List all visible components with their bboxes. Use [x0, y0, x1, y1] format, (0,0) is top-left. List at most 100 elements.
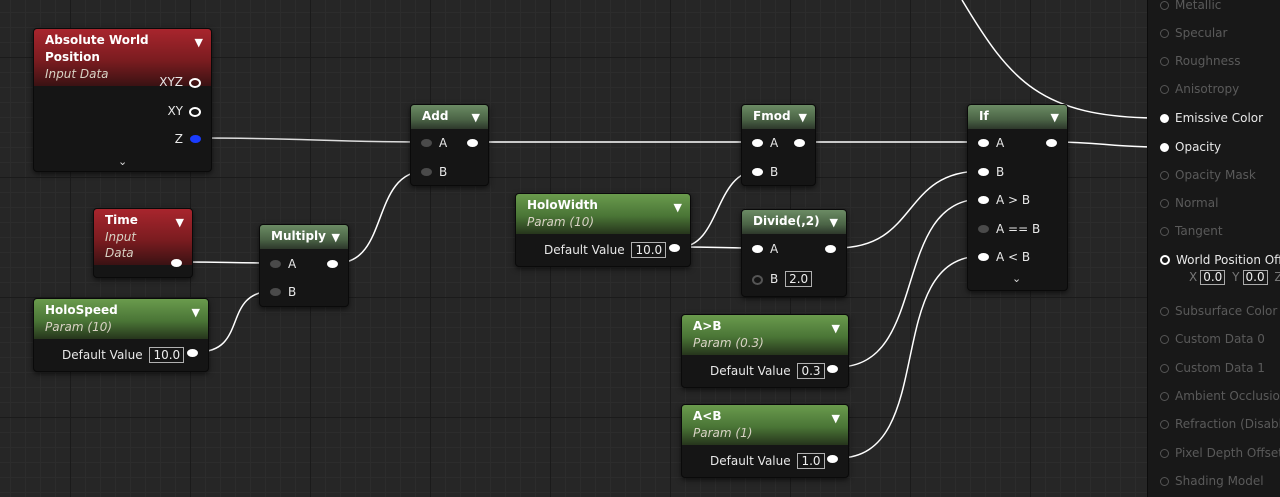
chevron-down-icon[interactable]: ▼	[832, 410, 840, 427]
input-pin-altb[interactable]	[978, 253, 989, 261]
panel-pin-world-position-offset[interactable]: World Position Offset	[1160, 253, 1280, 267]
default-value-field[interactable]: 10.0	[149, 347, 185, 363]
pin-icon[interactable]	[1160, 477, 1169, 486]
pin-icon[interactable]	[1160, 364, 1169, 373]
chevron-down-icon[interactable]: ▼	[832, 320, 840, 337]
node-holospeed[interactable]: HoloSpeed Param (10) ▼ Default Value 10.…	[33, 298, 209, 372]
chevron-down-icon[interactable]: ▼	[195, 34, 203, 51]
panel-pin-tangent[interactable]: Tangent	[1160, 224, 1223, 238]
pin-icon[interactable]	[1160, 1, 1169, 10]
pin-icon[interactable]	[1160, 57, 1169, 66]
pin-icon[interactable]	[1160, 335, 1169, 344]
output-pin[interactable]	[825, 245, 836, 253]
input-pin-a[interactable]	[752, 245, 763, 253]
input-pin-a[interactable]	[978, 139, 989, 147]
output-pin[interactable]	[827, 365, 838, 373]
input-pin-b[interactable]	[421, 168, 432, 176]
output-pin[interactable]	[187, 349, 198, 357]
node-header[interactable]: HoloSpeed Param (10) ▼	[34, 299, 208, 339]
chevron-down-icon[interactable]: ▼	[1051, 109, 1059, 126]
wpo-y-field[interactable]: 0.0	[1242, 270, 1268, 285]
node-if[interactable]: If ▼ A B A > B A == B A < B ⌄	[967, 104, 1068, 291]
panel-pin-specular[interactable]: Specular	[1160, 26, 1227, 40]
default-value-field[interactable]: 1.0	[797, 453, 825, 469]
input-pin-b[interactable]	[270, 288, 281, 296]
node-header[interactable]: Fmod ▼	[742, 105, 815, 129]
pin-icon[interactable]	[1160, 307, 1169, 316]
pin-icon[interactable]	[1160, 114, 1169, 123]
node-fmod[interactable]: Fmod ▼ A B	[741, 104, 816, 186]
input-pin-agtb[interactable]	[978, 196, 989, 204]
pin-icon[interactable]	[1160, 29, 1169, 38]
input-pin-a[interactable]	[752, 139, 763, 147]
input-pin-a[interactable]	[270, 260, 281, 268]
panel-pin-shading-model[interactable]: Shading Model	[1160, 474, 1264, 488]
input-pin-aeqb[interactable]	[978, 225, 989, 233]
node-header[interactable]: HoloWidth Param (10) ▼	[516, 194, 690, 234]
panel-pin-opacity-mask[interactable]: Opacity Mask	[1160, 168, 1256, 182]
node-absolute-world-position[interactable]: Absolute World Position Input Data ▼ XYZ…	[33, 28, 212, 172]
node-time[interactable]: Time Input Data ▼	[93, 208, 193, 278]
input-pin-b[interactable]	[752, 275, 763, 285]
node-header[interactable]: Add ▼	[411, 105, 488, 129]
node-header[interactable]: Divide(,2) ▼	[742, 210, 846, 234]
input-pin-a[interactable]	[421, 139, 432, 147]
node-altb-param[interactable]: A<B Param (1) ▼ Default Value 1.0	[681, 404, 849, 478]
panel-pin-custom-data-1[interactable]: Custom Data 1	[1160, 361, 1265, 375]
panel-pin-roughness[interactable]: Roughness	[1160, 54, 1240, 68]
default-value-field[interactable]: 10.0	[631, 242, 667, 258]
node-header[interactable]: Multiply ▼	[260, 225, 348, 249]
chevron-down-icon[interactable]: ⌄	[118, 155, 127, 168]
node-add[interactable]: Add ▼ A B	[410, 104, 489, 186]
node-header[interactable]: A>B Param (0.3) ▼	[682, 315, 848, 355]
b-value-field[interactable]: 2.0	[785, 271, 813, 287]
input-pin-b[interactable]	[752, 168, 763, 176]
output-pin[interactable]	[171, 259, 182, 267]
chevron-down-icon[interactable]: ▼	[799, 109, 807, 126]
pin-icon[interactable]	[1160, 85, 1169, 94]
panel-pin-ambient-occlusion[interactable]: Ambient Occlusion	[1160, 389, 1280, 403]
pin-icon[interactable]	[1160, 392, 1169, 401]
pin-icon[interactable]	[1160, 171, 1169, 180]
panel-pin-custom-data-0[interactable]: Custom Data 0	[1160, 332, 1265, 346]
output-pin-xy[interactable]	[189, 107, 201, 117]
output-pin[interactable]	[794, 139, 805, 147]
output-pin[interactable]	[1046, 139, 1057, 147]
chevron-down-icon[interactable]: ▼	[472, 109, 480, 126]
panel-pin-metallic[interactable]: Metallic	[1160, 0, 1221, 12]
panel-pin-refraction[interactable]: Refraction (Disabled)	[1160, 417, 1280, 431]
chevron-down-icon[interactable]: ▼	[674, 199, 682, 216]
node-multiply[interactable]: Multiply ▼ A B	[259, 224, 349, 307]
pin-icon[interactable]	[1160, 255, 1170, 265]
output-pin-z[interactable]	[190, 135, 201, 143]
node-holowidth[interactable]: HoloWidth Param (10) ▼ Default Value 10.…	[515, 193, 691, 267]
chevron-down-icon[interactable]: ⌄	[1012, 272, 1021, 285]
output-pin[interactable]	[327, 260, 338, 268]
pin-icon[interactable]	[1160, 449, 1169, 458]
wpo-x-field[interactable]: 0.0	[1200, 270, 1226, 285]
panel-pin-emissive-color[interactable]: Emissive Color	[1160, 111, 1263, 125]
node-divide[interactable]: Divide(,2) ▼ A B 2.0	[741, 209, 847, 297]
node-header[interactable]: If ▼	[968, 105, 1067, 129]
pin-icon[interactable]	[1160, 227, 1169, 236]
node-header[interactable]: Time Input Data ▼	[94, 209, 192, 265]
output-pin-xyz[interactable]	[189, 78, 201, 88]
input-pin-b[interactable]	[978, 168, 989, 176]
output-pin[interactable]	[827, 455, 838, 463]
panel-pin-anisotropy[interactable]: Anisotropy	[1160, 82, 1239, 96]
panel-pin-normal[interactable]: Normal	[1160, 196, 1218, 210]
node-header[interactable]: Absolute World Position Input Data ▼	[34, 29, 211, 86]
chevron-down-icon[interactable]: ▼	[332, 229, 340, 246]
panel-pin-subsurface-color[interactable]: Subsurface Color	[1160, 304, 1277, 318]
node-header[interactable]: A<B Param (1) ▼	[682, 405, 848, 445]
panel-pin-opacity[interactable]: Opacity	[1160, 140, 1221, 154]
chevron-down-icon[interactable]: ▼	[830, 214, 838, 231]
chevron-down-icon[interactable]: ▼	[192, 304, 200, 321]
node-agtb-param[interactable]: A>B Param (0.3) ▼ Default Value 0.3	[681, 314, 849, 388]
output-pin[interactable]	[467, 139, 478, 147]
pin-icon[interactable]	[1160, 199, 1169, 208]
pin-icon[interactable]	[1160, 143, 1169, 152]
pin-icon[interactable]	[1160, 420, 1169, 429]
panel-pin-pixel-depth-offset[interactable]: Pixel Depth Offset (Disabled)	[1160, 446, 1280, 460]
output-pin[interactable]	[669, 244, 680, 252]
